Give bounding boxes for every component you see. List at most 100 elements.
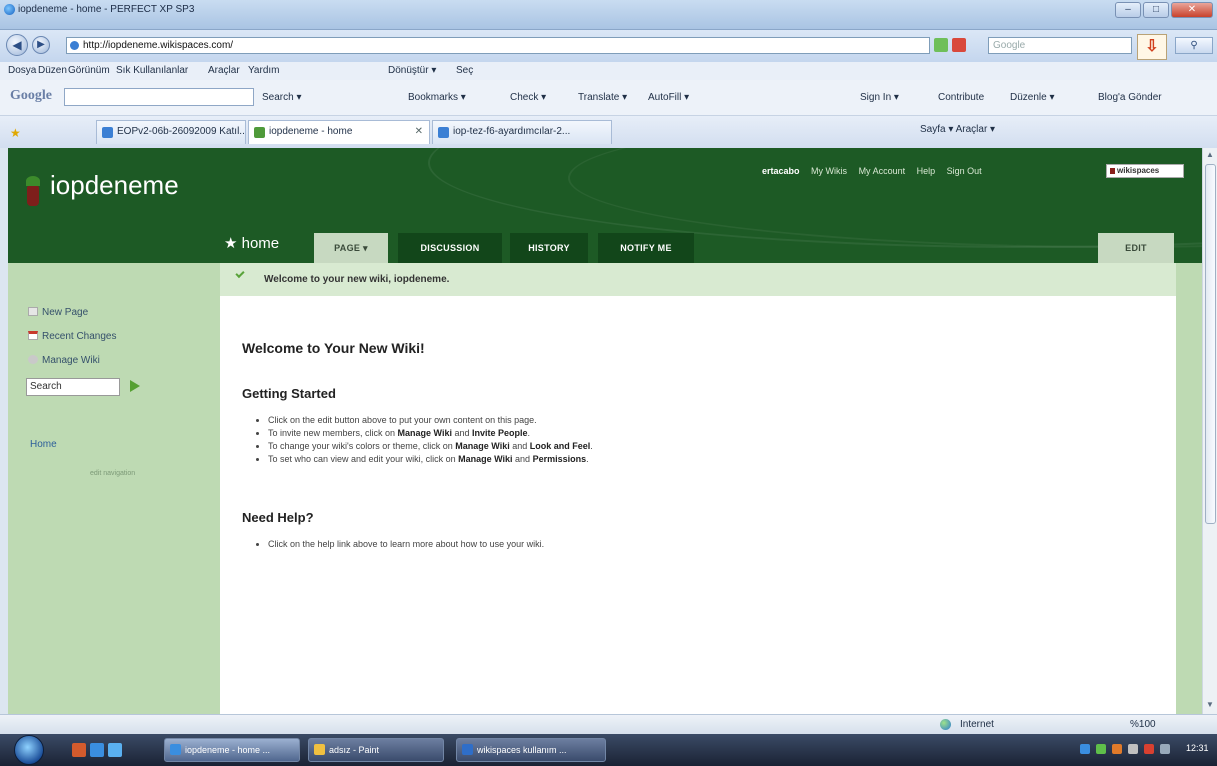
toolbar-translate[interactable]: Translate ▾: [578, 92, 627, 103]
manage-wiki-link[interactable]: Manage Wiki: [28, 355, 100, 366]
toolbar-bookmarks[interactable]: Bookmarks ▾: [408, 92, 466, 103]
content-heading: Welcome to Your New Wiki!: [242, 340, 425, 356]
menu-tools[interactable]: Araçlar: [208, 65, 240, 76]
menu-edit[interactable]: Düzen: [38, 65, 67, 76]
need-help-heading: Need Help?: [242, 510, 314, 525]
list-item: To invite new members, click on Manage W…: [268, 427, 593, 440]
tab-page[interactable]: PAGE ▾: [314, 233, 388, 263]
toolbar-check[interactable]: Check ▾: [510, 92, 546, 103]
getting-started-list: Click on the edit button above to put yo…: [268, 414, 593, 466]
edit-button[interactable]: EDIT: [1098, 233, 1174, 263]
menu-select[interactable]: Seç: [456, 65, 473, 76]
clock[interactable]: 12:31: [1186, 743, 1209, 753]
list-item: To change your wiki's colors or theme, c…: [268, 440, 593, 453]
menu-favorites[interactable]: Sık Kullanılanlar: [116, 65, 188, 76]
close-button[interactable]: ✕: [1171, 2, 1213, 18]
tray-icon[interactable]: [1096, 744, 1106, 754]
browser-tab-active[interactable]: iopdeneme - home ✕: [248, 120, 430, 144]
search-box[interactable]: Google: [988, 37, 1132, 54]
favorites-star-icon[interactable]: ★: [10, 126, 21, 140]
scroll-thumb[interactable]: [1205, 164, 1216, 524]
url-text: http://iopdeneme.wikispaces.com/: [83, 40, 234, 51]
wiki-sidebar: New Page Recent Changes Manage Wiki Sear…: [8, 263, 220, 714]
sidebar-search-input[interactable]: Search: [26, 378, 120, 396]
browser-tab[interactable]: EOPv2-06b-26092009 Katıl...: [96, 120, 246, 144]
search-go-arrow-icon[interactable]: [130, 380, 140, 392]
internet-zone-icon: [940, 719, 951, 730]
refresh-icon[interactable]: [934, 38, 948, 52]
tab-notify-me[interactable]: NOTIFY ME: [598, 233, 694, 263]
tab-history[interactable]: HISTORY: [510, 233, 588, 263]
start-button[interactable]: [14, 735, 44, 765]
tray-icon[interactable]: [1080, 744, 1090, 754]
wiki-page: iopdeneme ertacabo My Wikis My Account H…: [8, 148, 1202, 714]
new-page-link[interactable]: New Page: [28, 307, 88, 318]
quicklaunch-ie-icon[interactable]: [90, 743, 104, 757]
toolbar-autofill[interactable]: AutoFill ▾: [648, 92, 689, 103]
menu-file[interactable]: Dosya: [8, 65, 36, 76]
stop-icon[interactable]: [952, 38, 966, 52]
taskbar-item[interactable]: wikispaces kullanım ...: [456, 738, 606, 762]
download-icon[interactable]: ⇩: [1137, 34, 1167, 60]
tab-favicon-icon: [438, 127, 449, 138]
volume-icon[interactable]: [1128, 744, 1138, 754]
google-search-input[interactable]: [64, 88, 254, 106]
wikispaces-logo[interactable]: wikispaces: [1106, 164, 1184, 178]
browser-tab[interactable]: iop-tez-f6-ayardımcılar-2...: [432, 120, 612, 144]
tray-icon[interactable]: [1144, 744, 1154, 754]
menu-convert[interactable]: Dönüştür ▾: [388, 65, 436, 76]
tray-icon[interactable]: [1112, 744, 1122, 754]
taskbar-item[interactable]: adsız - Paint: [308, 738, 444, 762]
taskbar-item[interactable]: iopdeneme - home ...: [164, 738, 300, 762]
toolbar-search[interactable]: Search ▾: [262, 92, 301, 103]
quicklaunch-icon[interactable]: [72, 743, 86, 757]
command-bar[interactable]: Sayfa ▾ Araçlar ▾: [920, 124, 995, 135]
toolbar-blog[interactable]: Blog'a Gönder: [1098, 92, 1162, 103]
scroll-down-icon[interactable]: ▼: [1206, 700, 1214, 709]
menu-help[interactable]: Yardım: [248, 65, 280, 76]
my-account-link[interactable]: My Account: [859, 166, 906, 176]
maximize-button[interactable]: □: [1143, 2, 1169, 18]
status-bar: Internet %100: [0, 714, 1217, 734]
flash-message: Welcome to your new wiki, iopdeneme.: [264, 274, 450, 285]
wiki-header: iopdeneme ertacabo My Wikis My Account H…: [8, 148, 1202, 263]
sidebar-item-home[interactable]: Home: [30, 439, 57, 450]
zoom-level[interactable]: %100: [1130, 719, 1156, 730]
tab-label: iopdeneme - home: [269, 126, 353, 137]
edit-navigation-link[interactable]: edit navigation: [90, 470, 135, 477]
back-button[interactable]: ◀: [6, 34, 28, 56]
minimize-button[interactable]: –: [1115, 2, 1141, 18]
recent-changes-label: Recent Changes: [42, 331, 117, 342]
tab-label: iop-tez-f6-ayardımcılar-2...: [453, 126, 571, 137]
tab-favicon-icon: [102, 127, 113, 138]
vertical-scrollbar[interactable]: ▲ ▼: [1202, 148, 1217, 714]
toolbar-sign-in[interactable]: Sign In ▾: [860, 92, 899, 103]
tab-discussion[interactable]: DISCUSSION: [398, 233, 502, 263]
search-go-button[interactable]: ⚲: [1175, 37, 1213, 54]
close-tab-icon[interactable]: ✕: [415, 121, 423, 143]
url-field[interactable]: http://iopdeneme.wikispaces.com/: [66, 37, 930, 54]
list-item: Click on the edit button above to put yo…: [268, 414, 593, 427]
address-bar-row: ◀ ▶ http://iopdeneme.wikispaces.com/ Goo…: [0, 30, 1217, 62]
page-name: ★ home: [224, 235, 280, 252]
username-link[interactable]: ertacabo: [762, 166, 800, 176]
forward-button[interactable]: ▶: [32, 36, 50, 54]
toolbar-edit[interactable]: Düzenle ▾: [1010, 92, 1055, 103]
network-icon[interactable]: [1160, 744, 1170, 754]
menu-view[interactable]: Görünüm: [68, 65, 110, 76]
help-link[interactable]: Help: [917, 166, 936, 176]
getting-started-heading: Getting Started: [242, 386, 336, 401]
new-page-icon: [28, 307, 38, 316]
welcome-flash-banner: Welcome to your new wiki, iopdeneme.: [220, 263, 1176, 296]
tab-label: EOPv2-06b-26092009 Katıl...: [117, 126, 246, 137]
sign-out-link[interactable]: Sign Out: [947, 166, 982, 176]
show-desktop-icon[interactable]: [108, 743, 122, 757]
toolbar-contribute[interactable]: Contribute: [938, 92, 984, 103]
need-help-list: Click on the help link above to learn mo…: [268, 538, 544, 551]
scroll-up-icon[interactable]: ▲: [1206, 150, 1214, 159]
my-wikis-link[interactable]: My Wikis: [811, 166, 847, 176]
menu-bar: Dosya Düzen Görünüm Sık Kullanılanlar Ar…: [0, 62, 1217, 80]
recent-changes-link[interactable]: Recent Changes: [28, 331, 117, 342]
site-title[interactable]: iopdeneme: [50, 170, 179, 201]
calendar-icon: [28, 331, 38, 340]
